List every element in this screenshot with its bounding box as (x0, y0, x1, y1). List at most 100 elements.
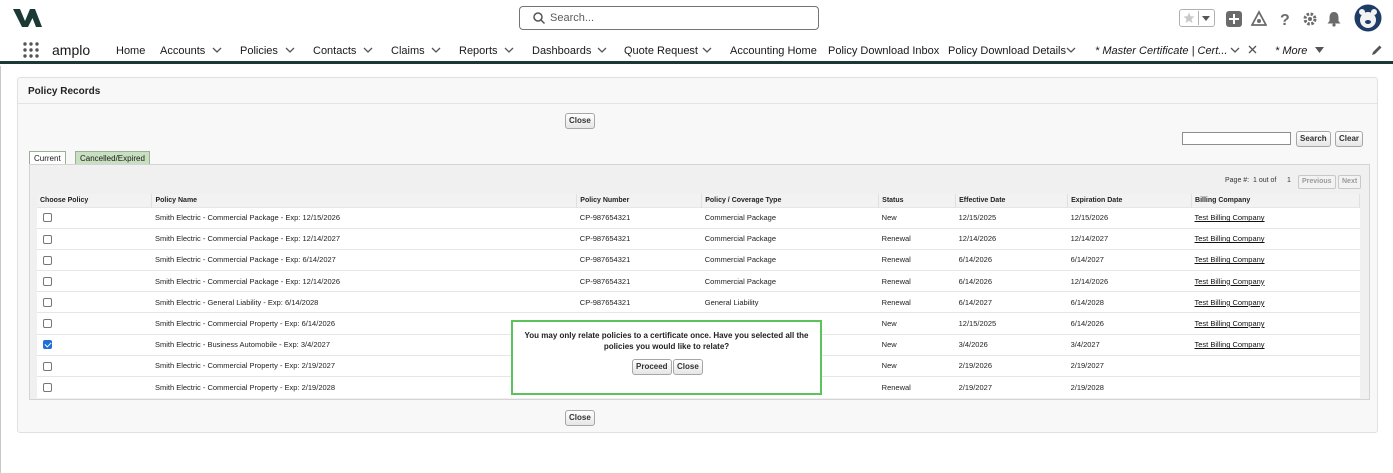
nav-item-policies[interactable]: Policies (240, 45, 278, 57)
billing-company-link[interactable]: Test Billing Company (1195, 213, 1265, 222)
coverage-type-cell: Commercial Package (701, 227, 879, 250)
table-row: Smith Electric - Commercial Package - Ex… (37, 227, 1360, 250)
chevron-down-icon[interactable] (702, 46, 712, 54)
table-row: Smith Electric - Commercial Package - Ex… (37, 270, 1360, 292)
nav-more[interactable]: * More (1275, 45, 1307, 57)
policy-name-text: Smith Electric - Commercial Package - Ex… (154, 276, 341, 286)
table-row: Smith Electric - General Liability - Exp… (37, 291, 1360, 313)
coverage-type-cell: Commercial Package (701, 248, 879, 271)
app-launcher-icon[interactable] (23, 42, 39, 58)
effective-date-cell: 12/15/2025 (955, 206, 1068, 229)
billing-company-link[interactable]: Test Billing Company (1195, 277, 1265, 286)
expiration-date-cell: 12/14/2026 (1067, 270, 1192, 292)
trailhead-icon[interactable] (1251, 9, 1267, 29)
nav-item-policy-download-details[interactable]: Policy Download Details (948, 45, 1066, 57)
search-button[interactable]: Search (1296, 131, 1331, 147)
policy-name-text: Smith Electric - Commercial Property - E… (154, 319, 335, 329)
billing-company-link[interactable]: Test Billing Company (1195, 319, 1265, 328)
coverage-type-cell: General Liability (701, 291, 879, 313)
gear-icon[interactable] (1302, 9, 1318, 29)
chevron-down-icon[interactable] (504, 46, 514, 54)
choose-policy-cell (37, 375, 152, 398)
effective-date-cell: 2/19/2027 (955, 375, 1068, 398)
tab-master-certificate[interactable]: * Master Certificate | Cert... (1090, 36, 1266, 64)
clear-button[interactable]: Clear (1335, 131, 1364, 147)
choose-policy-cell (37, 227, 152, 250)
effective-date-cell: 6/14/2026 (955, 248, 1068, 271)
policy-search-input[interactable] (1182, 132, 1291, 145)
active-tab-label[interactable]: * Master Certificate | Cert... (1095, 45, 1227, 57)
chevron-down-icon[interactable] (363, 46, 373, 54)
policy-name-cell: Smith Electric - General Liability - Exp… (151, 291, 577, 313)
billing-company-link[interactable]: Test Billing Company (1195, 340, 1265, 349)
expiration-date-cell: 6/14/2028 (1067, 291, 1192, 313)
col-header-expiration-date: Expiration Date (1067, 194, 1193, 207)
choose-policy-checkbox[interactable] (43, 255, 52, 265)
nav-item-reports[interactable]: Reports (459, 45, 498, 57)
choose-policy-checkbox[interactable] (43, 319, 52, 329)
chevron-down-icon[interactable] (1066, 46, 1076, 54)
billing-company-link[interactable]: Test Billing Company (1195, 298, 1265, 307)
policy-name-text: Smith Electric - General Liability - Exp… (154, 297, 319, 307)
chevron-down-icon[interactable] (597, 46, 607, 54)
nav-item-home[interactable]: Home (116, 45, 145, 57)
nav-item-policy-download-inbox[interactable]: Policy Download Inbox (828, 45, 939, 57)
tab-cancelled-expired[interactable]: Cancelled/Expired (75, 151, 150, 164)
nav-item-quote-request[interactable]: Quote Request (624, 45, 698, 57)
chevron-down-icon[interactable] (431, 46, 441, 54)
expiration-date-text: 6/14/2027 (1070, 255, 1104, 265)
nav-item-accounting-home[interactable]: Accounting Home (730, 45, 817, 57)
effective-date-text: 2/19/2026 (958, 361, 992, 371)
panel-title: Policy Records (28, 86, 101, 97)
choose-policy-checkbox[interactable] (43, 276, 52, 286)
nav-item-contacts[interactable]: Contacts (313, 45, 356, 57)
status-text: Renewal (881, 234, 911, 244)
status-text: New (881, 319, 897, 329)
nav-item-claims[interactable]: Claims (391, 45, 425, 57)
proceed-button[interactable]: Proceed (632, 359, 672, 375)
choose-policy-checkbox[interactable] (43, 361, 52, 371)
col-header-coverage-type: Policy / Coverage Type (701, 194, 880, 207)
avatar[interactable] (1354, 4, 1382, 32)
global-search[interactable]: Search... (519, 6, 819, 30)
policy-name-text: Smith Electric - Commercial Package - Ex… (154, 255, 336, 265)
nav-item-dashboards[interactable]: Dashboards (532, 45, 591, 57)
global-header: Search... ? (0, 0, 1393, 36)
previous-button[interactable]: Previous (1298, 175, 1336, 189)
chevron-down-icon[interactable] (285, 46, 295, 54)
chevron-down-icon[interactable] (212, 46, 222, 54)
tab-current[interactable]: Current (29, 151, 66, 164)
choose-policy-checkbox[interactable] (43, 234, 52, 244)
effective-date-text: 6/14/2026 (958, 276, 992, 286)
add-icon[interactable] (1226, 9, 1242, 29)
svg-text:?: ? (1280, 12, 1290, 29)
policy-name-text: Smith Electric - Business Automobile - E… (154, 340, 331, 350)
billing-company-link[interactable]: Test Billing Company (1195, 234, 1265, 243)
caret-down-icon[interactable] (1315, 47, 1324, 53)
nav-item-accounts[interactable]: Accounts (160, 45, 205, 57)
col-header-policy-number: Policy Number (576, 194, 703, 207)
bell-icon[interactable] (1326, 9, 1342, 29)
policy-number-cell: CP-987654321 (576, 248, 702, 271)
close-icon[interactable] (1248, 45, 1257, 54)
status-cell: Renewal (878, 227, 956, 250)
next-button[interactable]: Next (1338, 175, 1362, 189)
chevron-down-icon[interactable] (1230, 46, 1240, 54)
dialog-close-button[interactable]: Close (673, 359, 703, 375)
close-button-bottom[interactable]: Close (565, 410, 595, 426)
choose-policy-checkbox[interactable] (43, 340, 52, 350)
choose-policy-checkbox[interactable] (43, 383, 52, 393)
favorites-button[interactable] (1179, 9, 1215, 27)
close-button-top[interactable]: Close (565, 113, 595, 129)
choose-policy-checkbox[interactable] (43, 213, 52, 223)
edit-pencil-icon[interactable] (1371, 44, 1383, 56)
billing-company-link[interactable]: Test Billing Company (1195, 255, 1265, 264)
effective-date-cell: 2/19/2026 (955, 354, 1068, 377)
status-cell: New (878, 312, 956, 335)
amplo-logo-icon[interactable] (13, 7, 43, 29)
help-icon[interactable]: ? (1278, 9, 1292, 29)
policy-number-cell: CP-987654321 (576, 270, 702, 292)
expiration-date-cell: 2/19/2027 (1067, 354, 1192, 377)
effective-date-text: 12/14/2026 (958, 234, 997, 244)
choose-policy-checkbox[interactable] (43, 298, 52, 308)
